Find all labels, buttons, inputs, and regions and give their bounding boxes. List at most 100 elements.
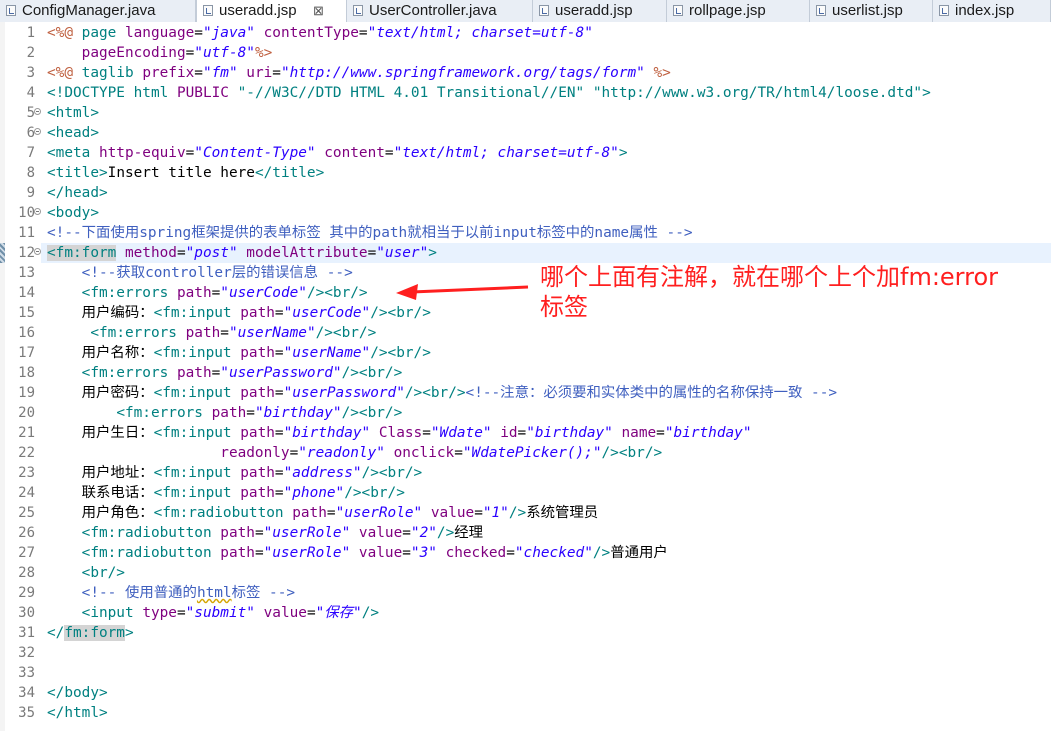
code-line[interactable]: 21 用户生日：<fm:input path="birthday" Class=… <box>0 423 1051 443</box>
code-line[interactable]: 8 <title>Insert title here</title> <box>0 163 1051 183</box>
line-number: 21 <box>18 425 35 441</box>
code-token: path <box>292 505 327 521</box>
code-line[interactable]: 7 <meta http-equiv="Content-Type" content… <box>0 143 1051 163</box>
tab-label: userlist.jsp <box>832 2 903 19</box>
code-line[interactable]: 27 <fm:radiobutton path="userRole" value… <box>0 543 1051 563</box>
code-line[interactable]: 5 <html> <box>0 103 1051 123</box>
tab-configmanager-java[interactable]: ConfigManager.java <box>0 0 196 22</box>
code-editor[interactable]: 1 <%@ page language="java" contentType="t… <box>0 22 1051 731</box>
code-token: "fm" <box>202 65 238 81</box>
code-text: <!-- 使用普通的html标签 --> <box>47 583 295 603</box>
tab-userlist-jsp[interactable]: userlist.jsp <box>810 0 933 22</box>
line-number: 7 <box>26 145 35 161</box>
code-line[interactable]: 20 <fm:errors path="birthday"/><br/> <box>0 403 1051 423</box>
code-text: <fm:errors path="userPassword"/><br/> <box>47 363 403 383</box>
code-token: = <box>185 45 195 61</box>
code-line[interactable]: 16 <fm:errors path="userName"/><br/> <box>0 323 1051 343</box>
code-token: "userCode" <box>283 305 371 321</box>
code-line[interactable]: 32 <box>0 643 1051 663</box>
code-token: 系统管理员 <box>526 505 599 521</box>
code-token: path <box>240 345 275 361</box>
code-token: "-//W3C//DTD HTML 4.01 Transitional//EN" <box>237 85 585 101</box>
code-token: = <box>402 525 411 541</box>
editor-tab-bar: ConfigManager.java useradd.jsp ⊠ UserContro… <box>0 0 1051 23</box>
code-line[interactable]: 9 </head> <box>0 183 1051 203</box>
code-token: contentType <box>254 25 359 41</box>
fold-toggle-icon[interactable] <box>34 248 41 255</box>
code-line[interactable]: 24 联系电话：<fm:input path="phone"/><br/> <box>0 483 1051 503</box>
code-line[interactable]: 19 用户密码：<fm:input path="userPassword"/><… <box>0 383 1051 403</box>
code-token: = <box>326 505 336 521</box>
code-token: type <box>142 605 177 621</box>
fold-toggle-icon[interactable] <box>34 108 41 115</box>
code-text: <!DOCTYPE html PUBLIC "-//W3C//DTD HTML … <box>47 83 931 103</box>
code-line[interactable]: 12 <fm:form method="post" modelAttribute=… <box>0 243 1051 263</box>
code-line[interactable]: 10 <body> <box>0 203 1051 223</box>
code-token: "保存" <box>315 605 362 621</box>
code-token: <!DOCTYPE html <box>47 85 177 101</box>
code-line[interactable]: 11 <!--下面使用spring框架提供的表单标签 其中的path就相当于以前i… <box>0 223 1051 243</box>
code-line[interactable]: 34 </body> <box>0 683 1051 703</box>
line-number: 10 <box>18 205 35 221</box>
code-line[interactable]: 18 <fm:errors path="userPassword"/><br/> <box>0 363 1051 383</box>
code-line[interactable]: 26 <fm:radiobutton path="userRole" value… <box>0 523 1051 543</box>
code-line[interactable]: 29 <!-- 使用普通的html标签 --> <box>0 583 1051 603</box>
tab-rollpage-jsp[interactable]: rollpage.jsp <box>667 0 810 22</box>
code-token: "utf-8" <box>194 45 255 61</box>
code-line[interactable]: 1 <%@ page language="java" contentType="t… <box>0 23 1051 43</box>
fold-toggle-icon[interactable] <box>34 128 41 135</box>
code-token: <fm:radiobutton <box>81 525 221 541</box>
code-line[interactable]: 23 用户地址：<fm:input path="address"/><br/> <box>0 463 1051 483</box>
line-number: 2 <box>26 45 35 61</box>
code-token: "post" <box>185 245 238 261</box>
code-token: "birthday" <box>283 425 371 441</box>
code-text: <br/> <box>47 563 125 583</box>
tab-useradd-jsp[interactable]: useradd.jsp ⊠ <box>196 0 347 22</box>
tab-usercontroller-java[interactable]: UserController.java <box>347 0 533 22</box>
code-line[interactable]: 35 </html> <box>0 703 1051 723</box>
code-text: <!--获取controller层的错误信息 --> <box>47 263 353 283</box>
line-number: 27 <box>18 545 35 561</box>
code-token: fm:form <box>64 625 125 641</box>
code-token: = <box>274 485 284 501</box>
code-text: <body> <box>47 203 99 223</box>
code-token: = <box>176 605 186 621</box>
code-line[interactable]: 33 <box>0 663 1051 683</box>
code-text: </fm:form> <box>47 623 134 643</box>
code-line[interactable]: 28 <br/> <box>0 563 1051 583</box>
code-text: 用户地址：<fm:input path="address"/><br/> <box>47 463 423 483</box>
code-token: modelAttribute <box>237 245 368 261</box>
code-token: 用户地址： <box>47 465 154 481</box>
line-number: 6 <box>26 125 35 141</box>
code-line[interactable]: 4 <!DOCTYPE html PUBLIC "-//W3C//DTD HTML… <box>0 83 1051 103</box>
code-line[interactable]: 25 用户角色：<fm:radiobutton path="userRole" … <box>0 503 1051 523</box>
code-token: 用户生日： <box>47 425 154 441</box>
code-token: = <box>402 545 411 561</box>
code-token: = <box>506 545 515 561</box>
jsp-file-icon <box>203 5 213 16</box>
code-line[interactable]: 31 </fm:form> <box>0 623 1051 643</box>
code-token: 经理 <box>454 525 484 541</box>
code-text: <meta http-equiv="Content-Type" content=… <box>47 143 628 163</box>
code-line[interactable]: 2 pageEncoding="utf-8"%> <box>0 43 1051 63</box>
code-line[interactable]: 30 <input type="submit" value="保存"/> <box>0 603 1051 623</box>
code-token: "birthday" <box>664 425 752 441</box>
code-line[interactable]: 3 <%@ taglib prefix="fm" uri="http://www.… <box>0 63 1051 83</box>
code-token: Insert title here <box>107 165 255 181</box>
tab-useradd-jsp[interactable]: useradd.jsp <box>533 0 667 22</box>
code-token: path <box>240 385 275 401</box>
code-token: /><br/> <box>601 445 663 461</box>
fold-toggle-icon[interactable] <box>34 208 41 215</box>
line-number: 28 <box>18 565 35 581</box>
tab-index-jsp[interactable]: index.jsp <box>933 0 1051 22</box>
code-token: <fm:errors <box>81 365 177 381</box>
close-tab-icon[interactable]: ⊠ <box>313 1 324 21</box>
code-line[interactable]: 22 readonly="readonly" onclick="WdatePic… <box>0 443 1051 463</box>
code-line[interactable]: 17 用户名称：<fm:input path="userName"/><br/> <box>0 343 1051 363</box>
code-token: /> <box>436 525 455 541</box>
code-token: /> <box>508 505 527 521</box>
code-token: "submit" <box>185 605 255 621</box>
code-line[interactable]: 6 <head> <box>0 123 1051 143</box>
